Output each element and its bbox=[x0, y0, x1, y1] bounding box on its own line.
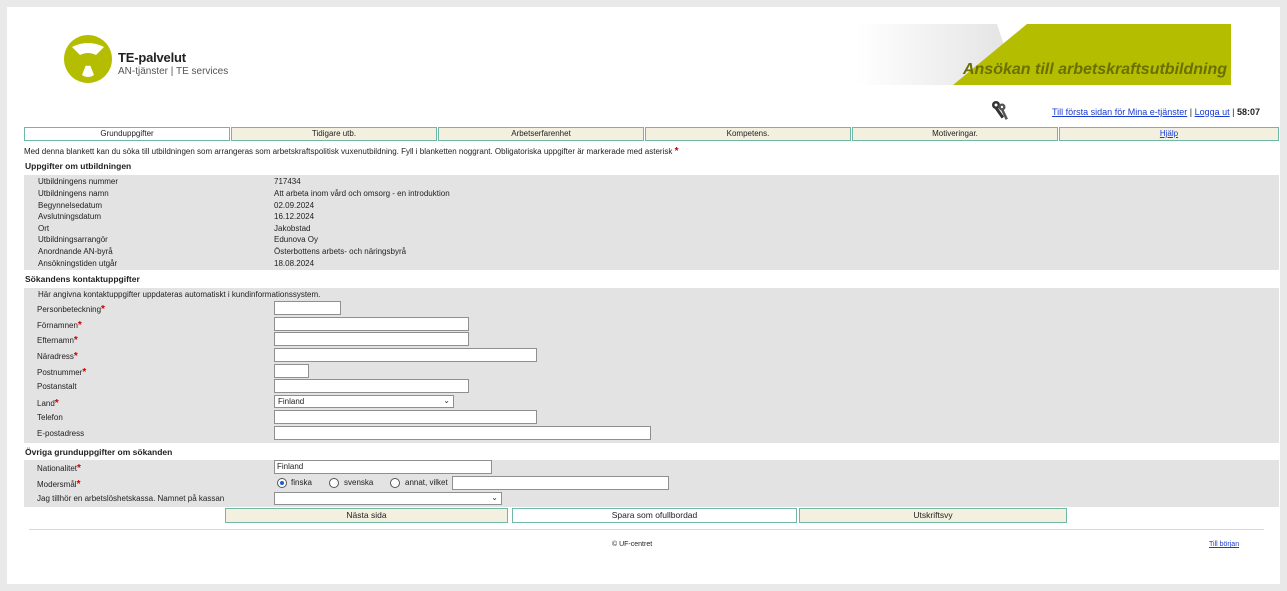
postnummer-input[interactable] bbox=[274, 364, 309, 378]
nationalitet-input[interactable]: Finland bbox=[274, 460, 492, 474]
label-naradress: Näradress* bbox=[37, 351, 78, 362]
land-select-value: Finland bbox=[278, 397, 305, 406]
footer-divider bbox=[29, 529, 1264, 530]
section-title-other: Övriga grunduppgifter om sökanden bbox=[25, 447, 173, 457]
label-personbeteckning: Personbeteckning* bbox=[37, 304, 105, 315]
naradress-input[interactable] bbox=[274, 348, 537, 362]
session-timer: 58:07 bbox=[1237, 107, 1261, 117]
label-postanstalt: Postanstalt bbox=[37, 382, 77, 391]
chevron-down-icon: ⌄ bbox=[491, 493, 498, 502]
education-label: Ansökningstiden utgår bbox=[38, 259, 118, 268]
label-epostadress: E-postadress bbox=[37, 429, 85, 438]
label-land: Land* bbox=[37, 398, 59, 409]
telefon-input[interactable] bbox=[274, 410, 537, 424]
land-select[interactable]: Finland ⌄ bbox=[274, 395, 454, 408]
education-value: Edunova Oy bbox=[274, 235, 319, 244]
intro-text-body: Med denna blankett kan du söka till utbi… bbox=[24, 147, 673, 156]
header-banner: Ansökan till arbetskraftsutbildning bbox=[857, 24, 1231, 85]
logo-subtitle: AN-tjänster | TE services bbox=[118, 66, 229, 77]
education-value: 18.08.2024 bbox=[274, 259, 315, 268]
education-label: Begynnelsedatum bbox=[38, 201, 103, 210]
label-arbetsloshetskassa: Jag tillhör en arbetslöshetskassa. Namne… bbox=[37, 494, 225, 503]
required-marker: * bbox=[674, 146, 679, 157]
education-label: Avslutningsdatum bbox=[38, 212, 101, 221]
label-fornamnen: Förnamnen* bbox=[37, 320, 82, 331]
education-value: Österbottens arbets- och näringsbyrå bbox=[274, 247, 407, 256]
save-incomplete-button[interactable]: Spara som ofullbordad bbox=[512, 508, 797, 523]
chevron-down-icon: ⌄ bbox=[443, 396, 450, 405]
tab-hjalp[interactable]: Hjälp bbox=[1059, 127, 1279, 141]
education-label: Utbildningsarrangör bbox=[38, 235, 108, 244]
education-label: Utbildningens nummer bbox=[38, 177, 119, 186]
section-title-education: Uppgifter om utbildningen bbox=[25, 161, 132, 171]
tab-bar: Grunduppgifter Tidigare utb. Arbetserfar… bbox=[24, 127, 1279, 141]
education-value: Att arbeta inom vård och omsorg - en int… bbox=[274, 189, 450, 198]
link-separator: | bbox=[1232, 107, 1235, 117]
keys-icon bbox=[992, 101, 1008, 120]
radio-finska[interactable] bbox=[277, 478, 287, 488]
tab-grunduppgifter[interactable]: Grunduppgifter bbox=[24, 127, 230, 141]
education-value: 02.09.2024 bbox=[274, 201, 315, 210]
next-page-button[interactable]: Nästa sida bbox=[225, 508, 508, 523]
label-efternamn: Efternamn* bbox=[37, 335, 78, 346]
postanstalt-input[interactable] bbox=[274, 379, 469, 393]
education-panel bbox=[24, 175, 1279, 270]
modersmal-other-input[interactable] bbox=[452, 476, 669, 490]
section-title-contact: Sökandens kontaktuppgifter bbox=[25, 274, 140, 284]
fornamnen-input[interactable] bbox=[274, 317, 469, 331]
banner-title: Ansökan till arbetskraftsutbildning bbox=[962, 61, 1227, 78]
education-value: 717434 bbox=[274, 177, 301, 186]
radio-annat[interactable] bbox=[390, 478, 400, 488]
print-view-button[interactable]: Utskriftsvy bbox=[799, 508, 1067, 523]
education-label: Ort bbox=[38, 224, 50, 233]
radio-svenska[interactable] bbox=[329, 478, 339, 488]
radio-label-finska: finska bbox=[291, 478, 312, 487]
logo-title: TE-palvelut bbox=[118, 50, 186, 65]
efternamn-input[interactable] bbox=[274, 332, 469, 346]
copyright: © UF-centret bbox=[612, 541, 653, 548]
contact-note: Här angivna kontaktuppgifter uppdateras … bbox=[38, 290, 321, 299]
link-separator: | bbox=[1189, 107, 1193, 117]
link-first-page[interactable]: Till första sidan för Mina e-tjänster bbox=[1052, 107, 1187, 117]
arbetsloshetskassa-select[interactable]: ⌄ bbox=[274, 492, 502, 505]
education-label: Anordnande AN-byrå bbox=[38, 247, 113, 256]
te-logo-icon bbox=[64, 35, 112, 83]
label-postnummer: Postnummer* bbox=[37, 367, 87, 378]
tab-arbetserfarenhet[interactable]: Arbetserfarenhet bbox=[438, 127, 644, 141]
top-links: Till första sidan för Mina e-tjänster | … bbox=[1052, 107, 1260, 117]
to-top-link[interactable]: Till början bbox=[1209, 541, 1239, 548]
education-value: Jakobstad bbox=[274, 224, 311, 233]
page: TE-palvelut AN-tjänster | TE services An… bbox=[7, 7, 1280, 584]
intro-text: Med denna blankett kan du söka till utbi… bbox=[24, 146, 678, 157]
te-services-logo[interactable]: TE-palvelut AN-tjänster | TE services bbox=[62, 33, 262, 93]
label-modersmal: Modersmål* bbox=[37, 479, 81, 490]
personbeteckning-input[interactable] bbox=[274, 301, 341, 315]
radio-label-annat: annat, vilket bbox=[405, 478, 448, 487]
label-telefon: Telefon bbox=[37, 413, 63, 422]
label-nationalitet: Nationalitet* bbox=[37, 463, 81, 474]
contact-panel bbox=[24, 288, 1279, 443]
tab-motiveringar[interactable]: Motiveringar. bbox=[852, 127, 1058, 141]
tab-tidigare-utb[interactable]: Tidigare utb. bbox=[231, 127, 437, 141]
link-logout[interactable]: Logga ut bbox=[1195, 107, 1230, 117]
tab-kompetens[interactable]: Kompetens. bbox=[645, 127, 851, 141]
epostadress-input[interactable] bbox=[274, 426, 651, 440]
education-value: 16.12.2024 bbox=[274, 212, 315, 221]
radio-label-svenska: svenska bbox=[344, 478, 374, 487]
education-label: Utbildningens namn bbox=[38, 189, 109, 198]
